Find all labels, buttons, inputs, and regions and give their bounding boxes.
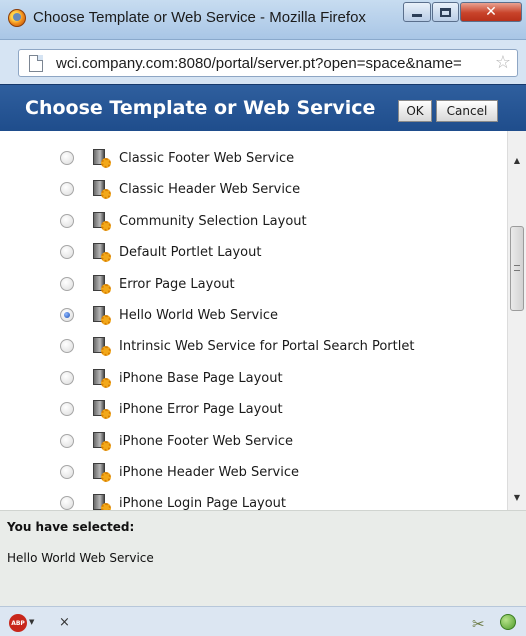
dialog-header: Choose Template or Web Service OK Cancel <box>0 84 526 131</box>
list-item-label: Intrinsic Web Service for Portal Search … <box>119 339 415 355</box>
list-item[interactable]: Hello World Web Service <box>0 300 505 330</box>
page-icon <box>29 55 43 72</box>
web-service-icon <box>89 461 113 483</box>
navigation-bar: wci.company.com:8080/portal/server.pt?op… <box>0 40 526 84</box>
addon-globe-icon[interactable] <box>500 614 516 630</box>
radio-button[interactable] <box>60 276 74 291</box>
status-close-icon[interactable]: × <box>59 615 70 630</box>
window-titlebar: Choose Template or Web Service - Mozilla… <box>0 0 526 40</box>
scroll-down-icon[interactable]: ▼ <box>508 488 526 506</box>
window-title: Choose Template or Web Service - Mozilla… <box>33 9 366 26</box>
list-item[interactable]: Classic Footer Web Service <box>0 143 505 173</box>
maximize-button[interactable] <box>432 2 459 22</box>
selection-value: Hello World Web Service <box>7 551 154 565</box>
status-bar: ABP ▼ × ✂ <box>0 606 526 636</box>
dialog-title: Choose Template or Web Service <box>25 97 376 119</box>
web-service-icon <box>89 398 113 420</box>
radio-button[interactable] <box>60 496 74 510</box>
list-item[interactable]: Community Selection Layout <box>0 206 505 236</box>
list-item-label: iPhone Base Page Layout <box>119 370 283 386</box>
url-field[interactable]: wci.company.com:8080/portal/server.pt?op… <box>18 49 518 77</box>
selection-heading: You have selected: <box>7 520 135 534</box>
list-item[interactable]: Classic Header Web Service <box>0 174 505 204</box>
firefox-logo-icon <box>8 9 26 27</box>
minimize-button[interactable] <box>403 2 431 22</box>
close-icon: ✕ <box>485 4 497 20</box>
list-item-label: Default Portlet Layout <box>119 245 262 261</box>
list-item-label: iPhone Login Page Layout <box>119 496 287 510</box>
list-item[interactable]: iPhone Header Web Service <box>0 457 505 487</box>
list-item-label: iPhone Error Page Layout <box>119 402 283 418</box>
radio-button[interactable] <box>60 182 74 197</box>
list-item-label: Classic Footer Web Service <box>119 151 295 166</box>
radio-button[interactable] <box>60 151 74 165</box>
web-service-icon <box>89 367 113 389</box>
radio-button[interactable] <box>60 213 74 228</box>
list-item[interactable]: iPhone Footer Web Service <box>0 426 505 456</box>
radio-button[interactable] <box>60 370 74 385</box>
selection-panel: You have selected: Hello World Web Servi… <box>0 510 526 606</box>
minimize-icon <box>412 13 422 17</box>
web-service-icon <box>89 273 113 295</box>
list-scrollbar[interactable]: ▲ ▼ <box>507 131 526 510</box>
web-service-icon <box>89 492 113 510</box>
adblock-icon[interactable]: ABP <box>9 614 27 632</box>
web-service-icon <box>89 241 113 263</box>
list-item[interactable]: Error Page Layout <box>0 269 505 299</box>
cancel-button[interactable]: Cancel <box>436 100 498 122</box>
list-item[interactable]: iPhone Login Page Layout <box>0 488 505 510</box>
bookmark-star-icon[interactable]: ☆ <box>495 52 511 73</box>
maximize-icon <box>440 7 451 17</box>
list-item-label: Community Selection Layout <box>119 213 307 229</box>
list-item-label: Error Page Layout <box>119 276 235 292</box>
list-item-label: Classic Header Web Service <box>119 182 301 198</box>
radio-button[interactable] <box>60 308 74 322</box>
list-item-label: Hello World Web Service <box>119 308 278 323</box>
scroll-grip-icon <box>514 265 520 271</box>
list-item[interactable]: Intrinsic Web Service for Portal Search … <box>0 331 505 361</box>
close-window-button[interactable]: ✕ <box>460 2 522 22</box>
web-service-icon <box>89 147 113 169</box>
scroll-thumb[interactable] <box>510 226 524 311</box>
list-item[interactable]: iPhone Base Page Layout <box>0 363 505 393</box>
adblock-dropdown-icon[interactable]: ▼ <box>29 618 34 626</box>
url-text[interactable]: wci.company.com:8080/portal/server.pt?op… <box>56 55 486 72</box>
radio-button[interactable] <box>60 402 74 417</box>
web-service-icon <box>89 210 113 232</box>
web-service-icon <box>89 430 113 452</box>
template-list: Classic Footer Web Service Classic Header… <box>0 131 526 510</box>
radio-button[interactable] <box>60 245 74 260</box>
web-service-icon <box>89 178 113 200</box>
list-item[interactable]: Default Portlet Layout <box>0 237 505 267</box>
ok-button[interactable]: OK <box>398 100 432 122</box>
addon-puzzle-icon[interactable]: ✂ <box>472 615 485 633</box>
list-item[interactable]: iPhone Error Page Layout <box>0 394 505 424</box>
radio-button[interactable] <box>60 433 74 448</box>
web-service-icon <box>89 335 113 357</box>
web-service-icon <box>89 304 113 326</box>
list-item-label: iPhone Footer Web Service <box>119 433 294 449</box>
list-item-label: iPhone Header Web Service <box>119 465 300 480</box>
scroll-up-icon[interactable]: ▲ <box>508 151 526 169</box>
radio-button[interactable] <box>60 465 74 479</box>
radio-button[interactable] <box>60 339 74 354</box>
